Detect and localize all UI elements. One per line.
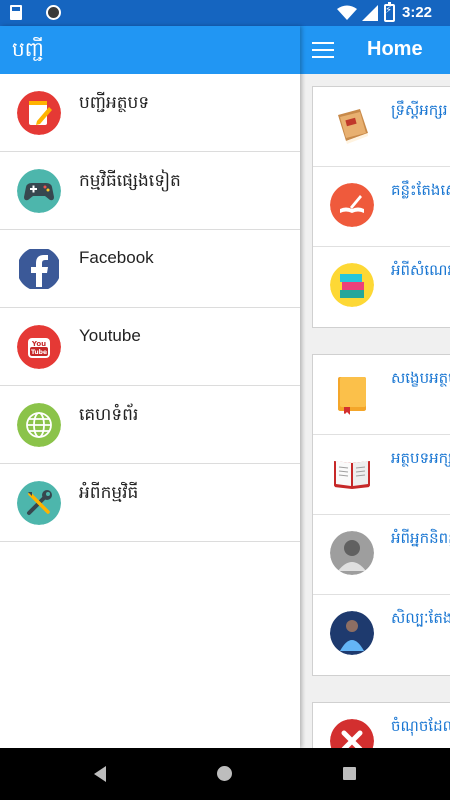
drawer-item-other-apps[interactable]: កម្មវិធីផ្សេងទៀត <box>0 152 300 230</box>
category-card: ទ្រឹស្ដីអក្សរ គន្លឹះតែងសេចក្ដី អំពីសំណេរ <box>312 86 450 328</box>
list-item[interactable]: សង្ខេបអត្ថបទ <box>313 355 450 435</box>
notification-icon <box>46 5 61 20</box>
item-label: អំពីសំណេរ <box>391 261 450 279</box>
navigation-drawer: បញ្ជី បញ្ជីអត្ថបទ កម្មវិធីផ្សេងទៀត Faceb… <box>0 26 300 748</box>
book-icon <box>338 109 368 144</box>
list-item[interactable]: អត្ថបទអក្សរ <box>313 435 450 515</box>
item-label: គន្លឹះតែងសេចក្ដី <box>391 181 450 199</box>
drawer-item-label: អំពីកម្មវិធី <box>79 483 139 502</box>
item-label: អត្ថបទអក្សរ <box>391 449 450 467</box>
list-item[interactable]: ចំណុចដែល <box>313 703 450 748</box>
system-nav-bar <box>0 748 450 800</box>
battery-icon <box>384 2 395 22</box>
drawer-item-facebook[interactable]: Facebook <box>0 230 300 308</box>
item-label: សិល្បៈតែង <box>391 609 450 627</box>
menu-icon[interactable] <box>312 42 334 58</box>
home-icon[interactable] <box>217 766 232 781</box>
back-icon[interactable] <box>94 766 106 782</box>
open-book-icon <box>334 461 370 489</box>
page-title: Home <box>367 38 423 60</box>
status-bar: 3:22 <box>0 0 450 26</box>
drawer-item-label: កម្មវិធីផ្សេងទៀត <box>79 171 181 190</box>
closed-book-icon <box>338 377 366 415</box>
drawer-item-label: បញ្ជីអត្ថបទ <box>79 93 150 112</box>
books-icon <box>330 263 374 307</box>
list-item[interactable]: អំពីអ្នកនិពន្ធ <box>313 515 450 595</box>
item-label: សង្ខេបអត្ថបទ <box>391 369 450 387</box>
status-time: 3:22 <box>402 4 433 21</box>
drawer-item-youtube[interactable]: You Tube Youtube <box>0 308 300 386</box>
drawer-item-about[interactable]: អំពីកម្មវិធី <box>0 464 300 542</box>
main-content: ទ្រឹស្ដីអក្សរ គន្លឹះតែងសេចក្ដី អំពីសំណេរ <box>300 74 450 748</box>
close-icon <box>330 719 374 748</box>
svg-text:Tube: Tube <box>31 349 47 356</box>
drawer-item-label: Facebook <box>79 248 154 267</box>
drawer-item-article-list[interactable]: បញ្ជីអត្ថបទ <box>0 74 300 152</box>
author-photo <box>330 531 374 575</box>
svg-text:You: You <box>31 340 46 348</box>
drawer-header: បញ្ជី <box>0 26 300 74</box>
facebook-icon <box>19 249 59 289</box>
category-card: ចំណុចដែល <box>312 702 450 748</box>
drawer-menu: បញ្ជីអត្ថបទ កម្មវិធីផ្សេងទៀត Facebook Yo… <box>0 74 300 542</box>
main-app-bar: Home <box>300 26 450 74</box>
drawer-item-label: Youtube <box>79 326 141 345</box>
tools-icon <box>17 481 61 525</box>
recents-icon[interactable] <box>343 767 356 780</box>
globe-icon <box>17 403 61 447</box>
gamepad-icon <box>17 169 61 213</box>
list-item[interactable]: សិល្បៈតែង <box>313 595 450 675</box>
item-label: ទ្រឹស្ដីអក្សរ <box>391 101 448 119</box>
youtube-icon: You Tube <box>17 325 61 369</box>
notepad-pen-icon <box>17 91 61 135</box>
artist-photo <box>330 611 374 655</box>
item-label: អំពីអ្នកនិពន្ធ <box>391 529 450 547</box>
wifi-icon <box>337 5 357 20</box>
drawer-item-label: គេហទំព័រ <box>79 405 139 424</box>
list-item[interactable]: ទ្រឹស្ដីអក្សរ <box>313 87 450 167</box>
list-item[interactable]: គន្លឹះតែងសេចក្ដី <box>313 167 450 247</box>
drawer-title: បញ្ជី <box>12 37 44 61</box>
category-card: សង្ខេបអត្ថបទ អត្ថបទអក្សរ អំពីអ្នកនិពន្ធ <box>312 354 450 676</box>
pen-book-icon <box>330 183 374 227</box>
signal-icon <box>362 5 378 21</box>
list-item[interactable]: អំពីសំណេរ <box>313 247 450 327</box>
item-label: ចំណុចដែល <box>391 717 450 735</box>
sd-card-icon <box>10 5 22 20</box>
drawer-item-website[interactable]: គេហទំព័រ <box>0 386 300 464</box>
